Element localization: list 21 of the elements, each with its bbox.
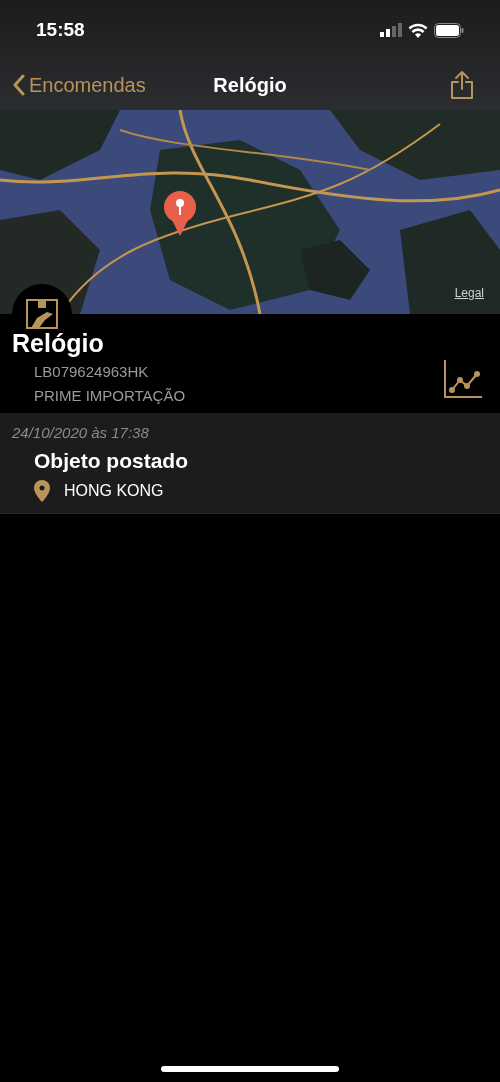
share-button[interactable] xyxy=(450,70,474,100)
tracking-code: LB079624963HK xyxy=(33,362,149,382)
back-button[interactable]: Encomendas xyxy=(12,70,146,100)
nav-title: Relógio xyxy=(213,73,287,98)
location-pin-icon xyxy=(34,480,50,502)
wifi-icon xyxy=(408,22,428,38)
event-title: Objeto postado xyxy=(33,448,189,474)
chart-button[interactable] xyxy=(444,360,482,398)
status-time: 15:58 xyxy=(36,17,85,42)
line-chart-icon xyxy=(444,360,482,398)
package-category: PRIME IMPORTAÇÃO xyxy=(33,386,186,406)
package-name: Relógio xyxy=(12,328,105,358)
event-location: HONG KONG xyxy=(64,481,164,501)
share-icon xyxy=(450,70,474,100)
package-hand-icon xyxy=(25,298,59,330)
legal-link[interactable]: Legal xyxy=(454,284,484,302)
chevron-left-icon xyxy=(12,74,25,96)
event-date: 24/10/2020 às 17:38 xyxy=(12,423,150,443)
battery-icon xyxy=(434,22,464,38)
map-pin-icon xyxy=(163,190,197,236)
signal-icon xyxy=(380,23,402,37)
